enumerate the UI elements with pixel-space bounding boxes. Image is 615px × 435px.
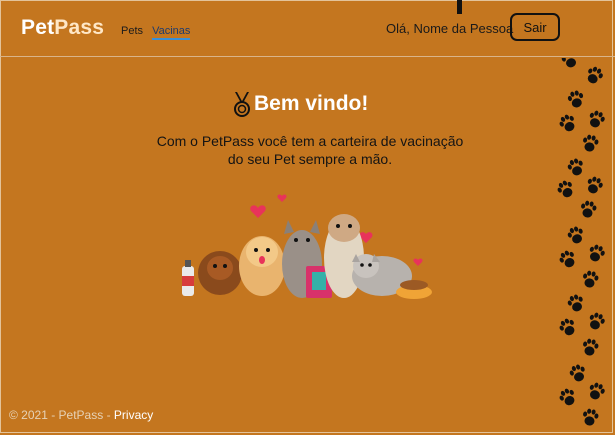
- medal-icon: [234, 92, 250, 117]
- nav-item-pets[interactable]: Pets: [121, 25, 143, 37]
- paw-column: [556, 58, 607, 427]
- brand-part-2: Pass: [54, 16, 105, 39]
- user-greeting: Olá, Nome da Pessoa: [386, 21, 514, 36]
- pets-group-illustration: [182, 194, 432, 299]
- welcome-heading: Bem vindo!: [233, 91, 368, 117]
- paw-prints-icon: [556, 58, 607, 427]
- logout-button[interactable]: Sair: [510, 13, 560, 41]
- nav-item-vacinas[interactable]: Vacinas: [152, 25, 191, 40]
- subtitle: Com o PetPass você tem a carteira de vac…: [140, 132, 480, 168]
- subtitle-line-1: Com o PetPass você tem a carteira de vac…: [156, 133, 464, 149]
- divider-mark: [457, 0, 462, 14]
- privacy-link[interactable]: Privacy: [114, 408, 153, 422]
- brand-logo[interactable]: PetPass: [21, 16, 104, 40]
- footer-separator: -: [103, 408, 114, 422]
- footer: © 2021 - PetPass - Privacy: [9, 408, 153, 422]
- subtitle-line-2: do seu Pet sempre a mão.: [227, 151, 393, 167]
- brand-part-1: Pet: [21, 16, 55, 39]
- welcome-title: Bem vindo!: [254, 92, 369, 115]
- footer-copyright: © 2021 - PetPass: [9, 408, 104, 422]
- nav-links: Pets Vacinas: [121, 25, 196, 40]
- navbar: PetPass Pets Vacinas Olá, Nome da Pessoa…: [0, 0, 615, 57]
